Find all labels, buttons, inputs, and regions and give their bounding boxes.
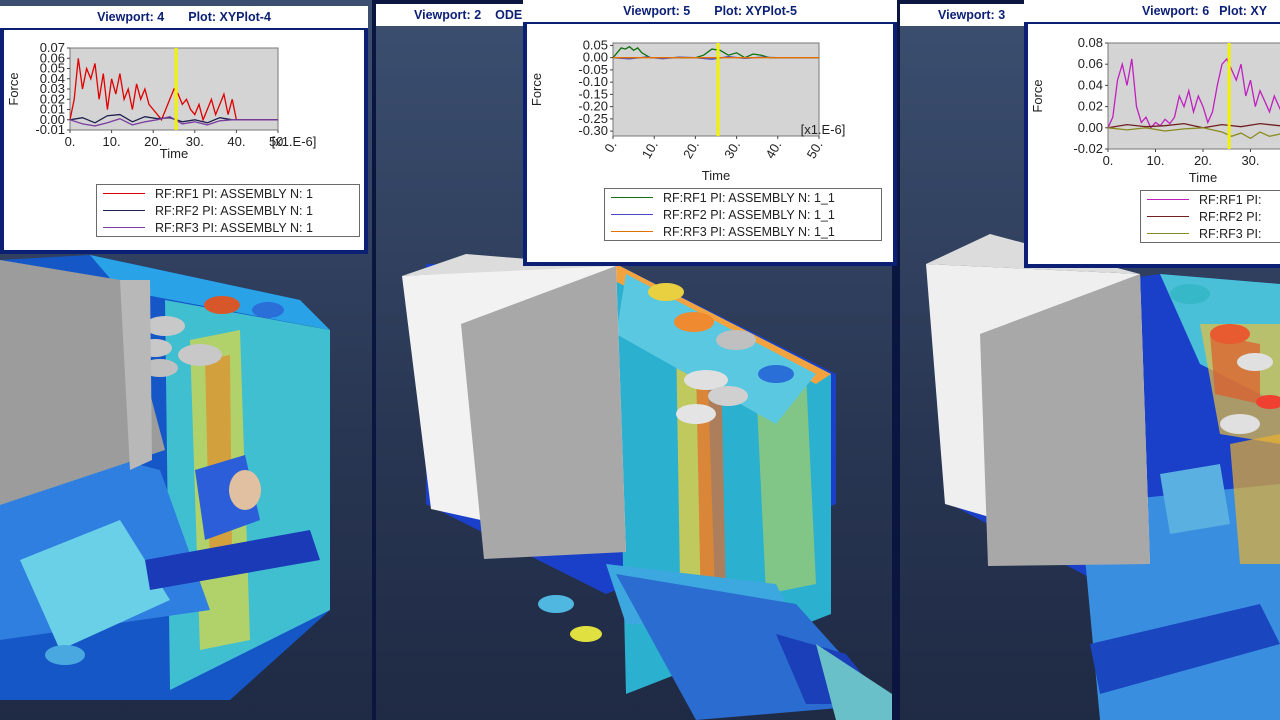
x-tick-label: 10.: [1146, 153, 1164, 168]
xyplot-5-body: 0.05 0.00 -0.05 -0.10 -0.15 -0.20 -0.25 -0.30 0.…: [527, 24, 893, 262]
x-axis-multiplier: [x1.E-6]: [272, 134, 317, 149]
x-tick-label: 0.: [65, 134, 76, 149]
legend-swatch: [1147, 233, 1189, 234]
xyplot-5-window[interactable]: Viewport: 5 Plot: XYPlot-5 0.05 0.00 -0.05…: [523, 0, 897, 266]
legend-entry: RF:RF2 PI: ASSEMBLY N: 1_1: [605, 206, 881, 223]
y-tick-label: -0.30: [578, 123, 608, 138]
x-tick-label: 30.: [721, 138, 743, 161]
xyplot-6-body: 0.08 0.06 0.04 0.02 0.00 -0.02 0. 10. 20. 30. Forc…: [1028, 24, 1280, 264]
y-tick-label: 0.06: [1078, 56, 1103, 71]
legend-label: RF:RF3 PI: ASSEMBLY N: 1_1: [663, 224, 835, 239]
x-tick-label: 10.: [103, 134, 121, 149]
legend-swatch: [611, 214, 653, 215]
x-tick-label: 0.: [601, 138, 619, 155]
x-tick-label: 20.: [1194, 153, 1212, 168]
y-tick-label: -0.02: [1073, 141, 1103, 156]
plot-area: [1107, 42, 1280, 150]
y-tick-label: 0.00: [1078, 120, 1103, 135]
x-axis-multiplier: [x1.E-6]: [801, 122, 846, 137]
xyplot-4-legend: RF:RF1 PI: ASSEMBLY N: 1 RF:RF2 PI: ASSE…: [96, 184, 360, 237]
legend-label: RF:RF2 PI: ASSEMBLY N: 1: [155, 203, 313, 218]
xyplot-4-window[interactable]: Viewport: 4 Plot: XYPlot-4 0.07 0.06 0.05 0…: [0, 6, 368, 254]
legend-swatch: [103, 227, 145, 228]
x-tick-label: 30.: [186, 134, 204, 149]
legend-label: RF:RF1 PI: ASSEMBLY N: 1_1: [663, 190, 835, 205]
viewport-label: Viewport: 5: [623, 4, 691, 18]
y-tick-label: 0.08: [1078, 35, 1103, 50]
legend-entry: RF:RF3 PI: ASSEMBLY N: 1: [97, 219, 359, 236]
legend-entry: RF:RF1 PI:: [1141, 191, 1280, 208]
legend-entry: RF:RF3 PI:: [1141, 225, 1280, 242]
legend-entry: RF:RF2 PI: ASSEMBLY N: 1: [97, 202, 359, 219]
legend-label: RF:RF1 PI:: [1199, 192, 1262, 207]
legend-label: RF:RF3 PI:: [1199, 226, 1262, 241]
legend-swatch: [611, 197, 653, 198]
x-tick-label: 40.: [227, 134, 245, 149]
plot-label: Plot: XYPlot-5: [714, 4, 797, 18]
xyplot-6-legend: RF:RF1 PI: RF:RF2 PI: RF:RF3 PI:: [1140, 190, 1280, 243]
legend-label: RF:RF3 PI: ASSEMBLY N: 1: [155, 220, 313, 235]
legend-entry: RF:RF1 PI: ASSEMBLY N: 1_1: [605, 189, 881, 206]
y-tick-label: -0.01: [35, 122, 65, 137]
legend-label: RF:RF2 PI:: [1199, 209, 1262, 224]
legend-entry: RF:RF1 PI: ASSEMBLY N: 1: [97, 185, 359, 202]
legend-label: RF:RF2 PI: ASSEMBLY N: 1_1: [663, 207, 835, 222]
xyplot-6-window[interactable]: Viewport: 6 Plot: XY 0.08 0.06 0.04 0.02 0.0…: [1024, 0, 1280, 268]
x-tick-label: 40.: [762, 138, 784, 161]
y-tick-label: 0.04: [1078, 77, 1103, 92]
x-tick-label: 0.: [1103, 153, 1114, 168]
viewport-label: Viewport: 4: [97, 10, 165, 24]
plot-label: Plot: XY: [1219, 4, 1268, 18]
xyplot-5-title-bar: Viewport: 5 Plot: XYPlot-5: [523, 0, 897, 22]
x-tick-label: 20.: [680, 138, 702, 161]
xyplot-6-title-bar: Viewport: 6 Plot: XY: [1024, 0, 1280, 22]
legend-swatch: [103, 193, 145, 194]
legend-entry: RF:RF2 PI:: [1141, 208, 1280, 225]
xyplot-4-body: 0.07 0.06 0.05 0.04 0.03 0.02 0.01 0.00 -0.01 0. 1…: [4, 30, 364, 250]
legend-swatch: [1147, 199, 1189, 200]
viewport-label: Viewport: 6: [1142, 4, 1210, 18]
y-axis-label: Force: [6, 72, 21, 105]
legend-swatch: [1147, 216, 1189, 217]
y-axis-label: Force: [529, 73, 544, 106]
legend-label: RF:RF1 PI: ASSEMBLY N: 1: [155, 186, 313, 201]
x-axis-label: Time: [702, 168, 730, 183]
y-axis-label: Force: [1030, 79, 1045, 112]
xyplot-4-title-bar: Viewport: 4 Plot: XYPlot-4: [0, 6, 368, 28]
y-tick-label: 0.02: [1078, 99, 1103, 114]
xyplot-5-legend: RF:RF1 PI: ASSEMBLY N: 1_1 RF:RF2 PI: AS…: [604, 188, 882, 241]
plot-label: Plot: XYPlot-4: [188, 10, 271, 24]
x-axis-label: Time: [1189, 170, 1217, 185]
x-tick-label: 50.: [804, 138, 826, 161]
legend-swatch: [103, 210, 145, 211]
x-axis-label: Time: [160, 146, 188, 161]
x-tick-label: 30.: [1241, 153, 1259, 168]
x-tick-label: 10.: [639, 138, 661, 161]
legend-entry: RF:RF3 PI: ASSEMBLY N: 1_1: [605, 223, 881, 240]
legend-swatch: [611, 231, 653, 232]
